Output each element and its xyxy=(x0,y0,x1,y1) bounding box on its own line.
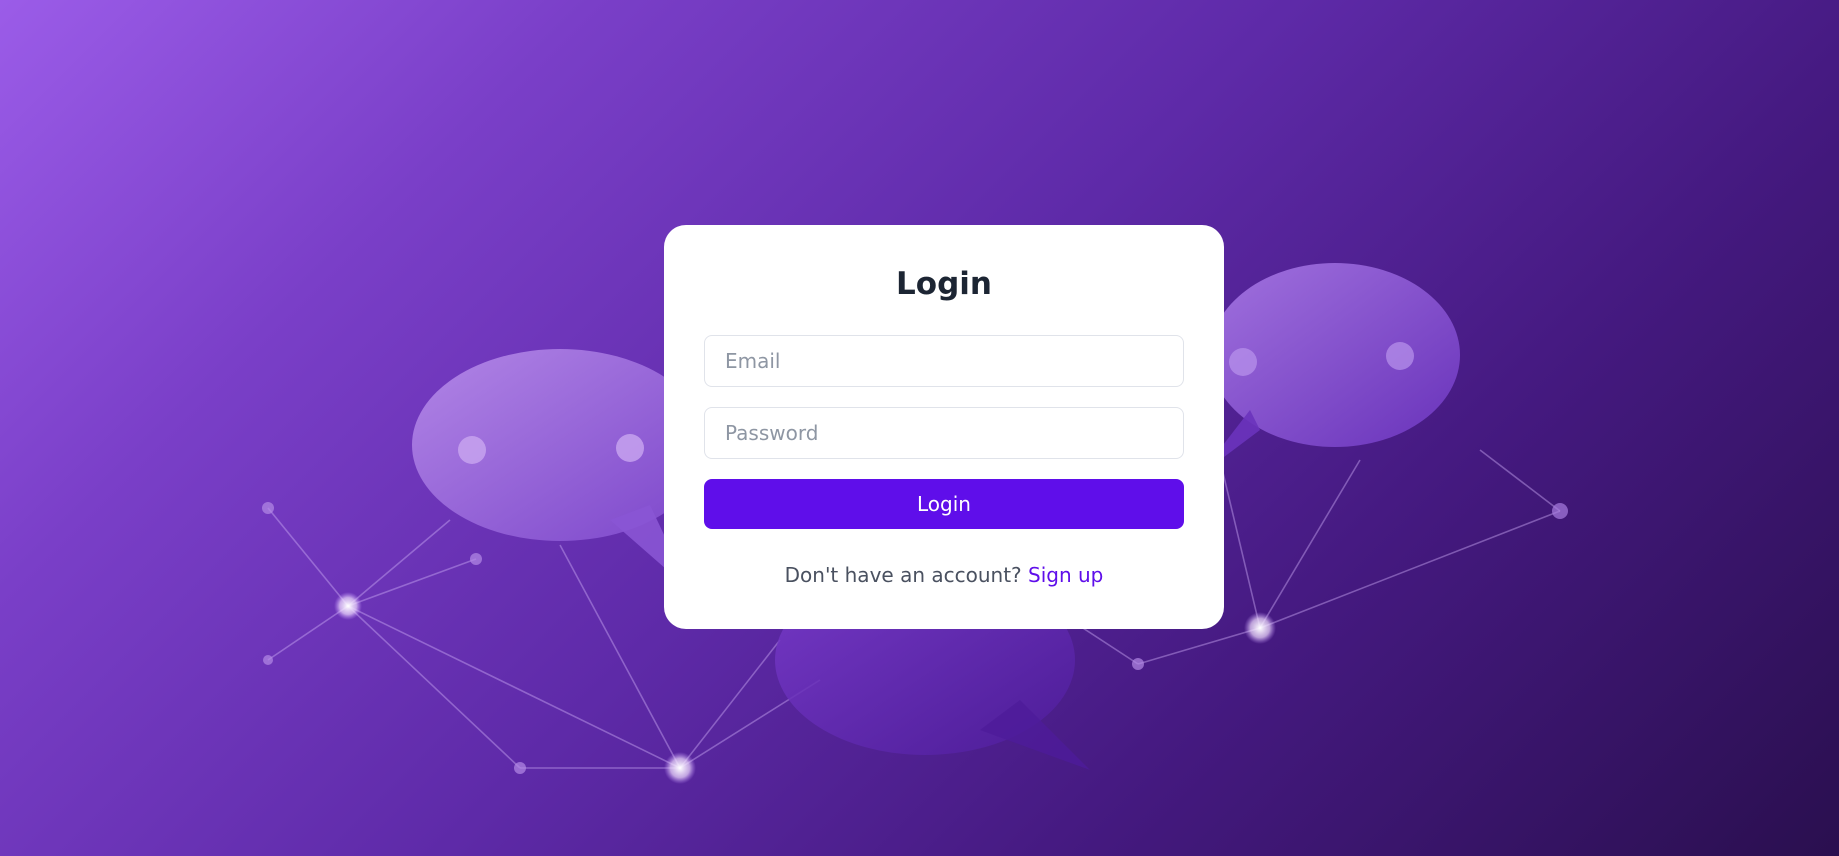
signup-prompt: Don't have an account? Sign up xyxy=(664,563,1224,587)
email-input[interactable] xyxy=(704,335,1184,387)
signup-link[interactable]: Sign up xyxy=(1028,563,1103,587)
password-input[interactable] xyxy=(704,407,1184,459)
right-chat-bubble xyxy=(1200,263,1460,475)
login-title: Login xyxy=(896,266,992,302)
login-button[interactable]: Login xyxy=(704,479,1184,529)
signup-prompt-text: Don't have an account? xyxy=(784,563,1022,587)
login-card: Login Login Don't have an account? Sign … xyxy=(664,225,1224,629)
